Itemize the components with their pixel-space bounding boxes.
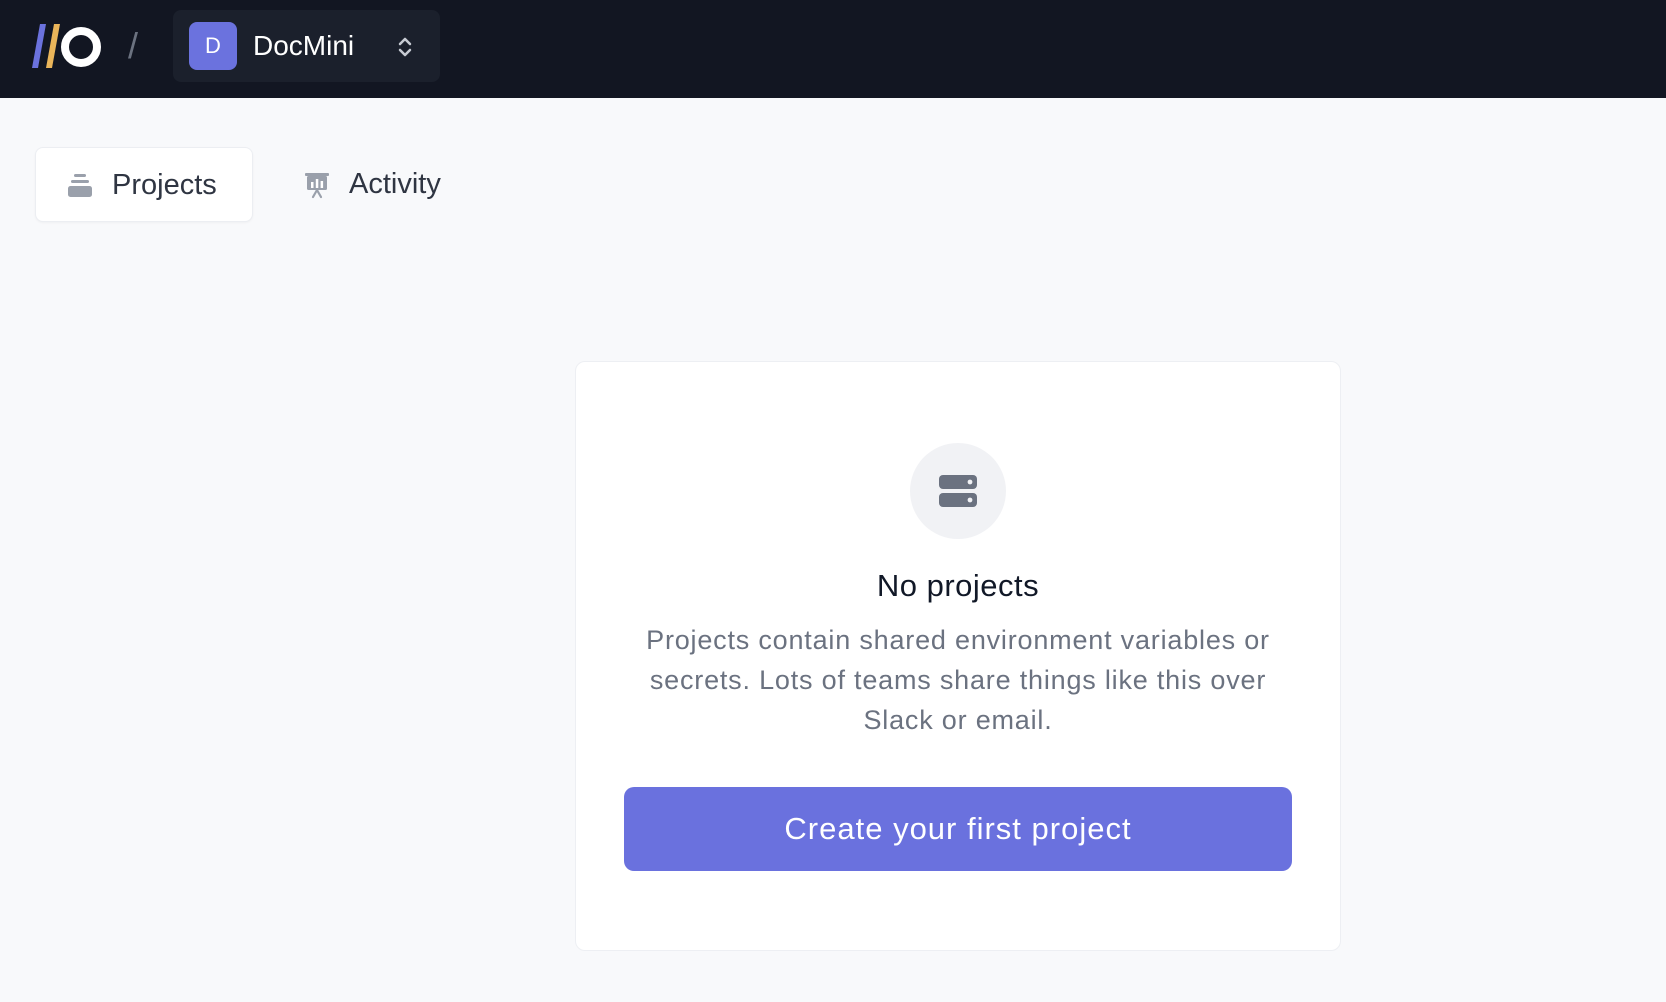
tab-label: Projects: [112, 169, 217, 201]
empty-state-description: Projects contain shared environment vari…: [646, 625, 1270, 735]
team-switcher[interactable]: D DocMini: [173, 10, 440, 82]
chevron-up-down-icon: [398, 37, 412, 57]
tab-label: Activity: [349, 168, 441, 200]
top-navbar: / D DocMini: [0, 0, 1666, 98]
empty-state-title: No projects: [876, 568, 1040, 603]
tab-projects[interactable]: Projects: [35, 147, 253, 222]
breadcrumb-separator: /: [128, 25, 139, 66]
team-avatar: D: [189, 22, 237, 70]
empty-state-card: No projects Projects contain shared envi…: [575, 361, 1341, 951]
empty-state-icon-circle: [910, 443, 1006, 539]
create-first-project-button[interactable]: Create your first project: [624, 787, 1292, 871]
stack-icon: [68, 174, 92, 197]
server-icon: [939, 475, 977, 507]
presentation-chart-icon: [305, 173, 329, 199]
app-logo[interactable]: [24, 22, 104, 72]
tab-activity[interactable]: Activity: [293, 147, 473, 222]
team-name: DocMini: [253, 30, 355, 61]
